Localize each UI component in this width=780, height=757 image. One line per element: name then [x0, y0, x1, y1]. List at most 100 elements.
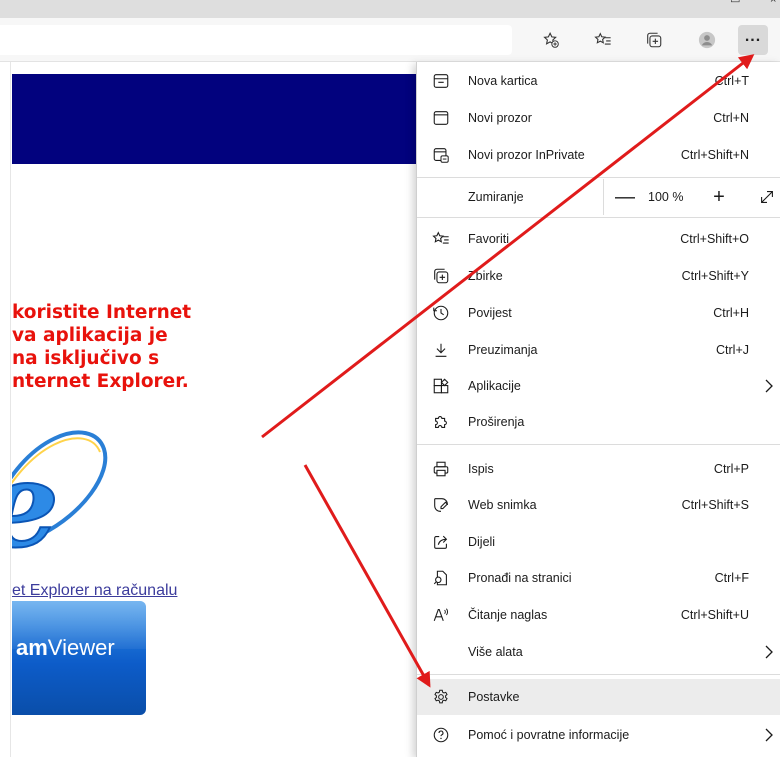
new-window-icon: [431, 108, 451, 128]
menu-item-label: Novi prozor: [468, 111, 532, 125]
favorites-icon: [431, 229, 451, 249]
menu-item-zoom: Zumiranje — 100 % +: [417, 179, 780, 215]
new-tab-icon: [431, 71, 451, 91]
ie-required-warning: koristite Internet va aplikacija je na i…: [12, 302, 192, 392]
menu-item-more-tools[interactable]: Više alata: [417, 634, 780, 670]
menu-item-label: Pronađi na stranici: [468, 571, 572, 585]
more-icon: ...: [744, 28, 762, 45]
find-icon: [431, 568, 451, 588]
menu-item-shortcut: Ctrl+F: [714, 571, 749, 585]
profile-icon: [698, 31, 716, 49]
menu-item-shortcut: Ctrl+H: [713, 306, 749, 320]
zoom-level: 100 %: [648, 190, 684, 204]
menu-item-new-inprivate[interactable]: Novi prozor InPrivate Ctrl+Shift+N: [417, 137, 780, 173]
menu-item-read-aloud[interactable]: Čitanje naglas Ctrl+Shift+U: [417, 597, 780, 633]
menu-item-label: Favoriti: [468, 232, 509, 246]
menu-item-label: Web snimka: [468, 498, 537, 512]
menu-item-label: Povijest: [468, 306, 512, 320]
menu-item-favorites[interactable]: Favoriti Ctrl+Shift+O: [417, 221, 780, 257]
download-icon: [431, 340, 451, 360]
menu-item-find-on-page[interactable]: Pronađi na stranici Ctrl+F: [417, 560, 780, 596]
menu-item-extensions[interactable]: Proširenja: [417, 404, 780, 440]
collections-icon: [647, 32, 662, 48]
help-icon: [431, 725, 451, 745]
favorites-icon: [594, 32, 611, 45]
share-icon: [431, 532, 451, 552]
add-favorite-button[interactable]: [536, 25, 566, 55]
extensions-icon: [431, 412, 451, 432]
menu-item-new-tab[interactable]: Nova kartica Ctrl+T: [417, 63, 780, 99]
window-title-bar: ▭ ×: [0, 0, 780, 18]
read-aloud-icon: [431, 605, 451, 625]
menu-item-apps[interactable]: Aplikacije: [417, 368, 780, 404]
collections-icon: [431, 266, 451, 286]
window-controls: ▭ ×: [660, 0, 780, 8]
menu-item-label: Više alata: [468, 645, 523, 659]
history-icon: [431, 303, 451, 323]
menu-item-label: Čitanje naglas: [468, 608, 548, 622]
menu-divider: [417, 177, 780, 178]
favorites-button[interactable]: [588, 25, 618, 55]
web-capture-icon: [431, 495, 451, 515]
fullscreen-button[interactable]: [753, 183, 780, 211]
menu-item-label: Pomoć i povratne informacije: [468, 728, 630, 742]
menu-item-shortcut: Ctrl+Shift+U: [680, 608, 749, 622]
menu-item-label: Preuzimanja: [468, 343, 538, 357]
menu-divider: [417, 217, 780, 218]
chevron-right-icon: [765, 645, 773, 659]
menu-item-settings[interactable]: Postavke: [417, 679, 780, 715]
zoom-in-button[interactable]: +: [705, 183, 733, 211]
menu-item-help-feedback[interactable]: Pomoć i povratne informacije: [417, 717, 780, 753]
menu-item-label: Novi prozor InPrivate: [468, 148, 585, 162]
menu-item-label: Zbirke: [468, 269, 503, 283]
settings-and-more-button[interactable]: ...: [738, 25, 768, 55]
menu-item-shortcut: Ctrl+J: [716, 343, 749, 357]
chevron-right-icon: [765, 728, 773, 742]
menu-item-print[interactable]: Ispis Ctrl+P: [417, 451, 780, 487]
chevron-right-icon: [765, 379, 773, 393]
inprivate-icon: [431, 145, 451, 165]
menu-item-label: Dijeli: [468, 535, 496, 549]
menu-item-history[interactable]: Povijest Ctrl+H: [417, 295, 780, 331]
restore-icon[interactable]: ▭: [730, 0, 742, 6]
add-favorite-icon: [543, 31, 559, 48]
teamviewer-wordmark: amViewer: [16, 635, 115, 660]
svg-text:e: e: [12, 435, 59, 574]
menu-item-label: Postavke: [468, 690, 520, 704]
menu-item-shortcut: Ctrl+T: [714, 74, 749, 88]
teamviewer-logo[interactable]: amViewer: [12, 601, 146, 715]
internet-explorer-link[interactable]: et Explorer na računalu: [12, 582, 177, 600]
address-bar[interactable]: [0, 25, 512, 55]
menu-item-label: Nova kartica: [468, 74, 538, 88]
menu-item-share[interactable]: Dijeli: [417, 524, 780, 560]
menu-item-new-window[interactable]: Novi prozor Ctrl+N: [417, 100, 780, 136]
print-icon: [431, 459, 451, 479]
page-banner: [12, 74, 422, 164]
menu-item-label: Proširenja: [468, 415, 525, 429]
menu-item-label: Aplikacije: [468, 379, 521, 393]
zoom-divider: [603, 179, 604, 215]
menu-item-shortcut: Ctrl+Shift+S: [681, 498, 749, 512]
settings-and-more-menu: Nova kartica Ctrl+T Novi prozor Ctrl+N N…: [416, 62, 780, 757]
collections-button[interactable]: [639, 25, 669, 55]
page-edge: [0, 62, 11, 757]
menu-item-shortcut: Ctrl+P: [713, 462, 749, 476]
internet-explorer-logo: e: [12, 394, 120, 576]
menu-item-label: Ispis: [468, 462, 494, 476]
menu-item-collections[interactable]: Zbirke Ctrl+Shift+Y: [417, 258, 780, 294]
gear-icon: [431, 687, 451, 707]
menu-item-shortcut: Ctrl+Shift+N: [680, 148, 749, 162]
menu-item-shortcut: Ctrl+N: [713, 111, 749, 125]
menu-item-shortcut: Ctrl+Shift+O: [680, 232, 749, 246]
profile-button[interactable]: [692, 25, 722, 55]
fullscreen-icon: [761, 191, 773, 203]
menu-item-shortcut: Ctrl+Shift+Y: [681, 269, 749, 283]
menu-item-label: Zumiranje: [468, 190, 524, 204]
menu-item-downloads[interactable]: Preuzimanja Ctrl+J: [417, 332, 780, 368]
zoom-out-button[interactable]: —: [611, 183, 639, 211]
close-icon[interactable]: ×: [770, 0, 780, 6]
menu-divider: [417, 444, 780, 445]
menu-item-web-capture[interactable]: Web snimka Ctrl+Shift+S: [417, 487, 780, 523]
menu-divider: [417, 674, 780, 675]
apps-icon: [431, 376, 451, 396]
